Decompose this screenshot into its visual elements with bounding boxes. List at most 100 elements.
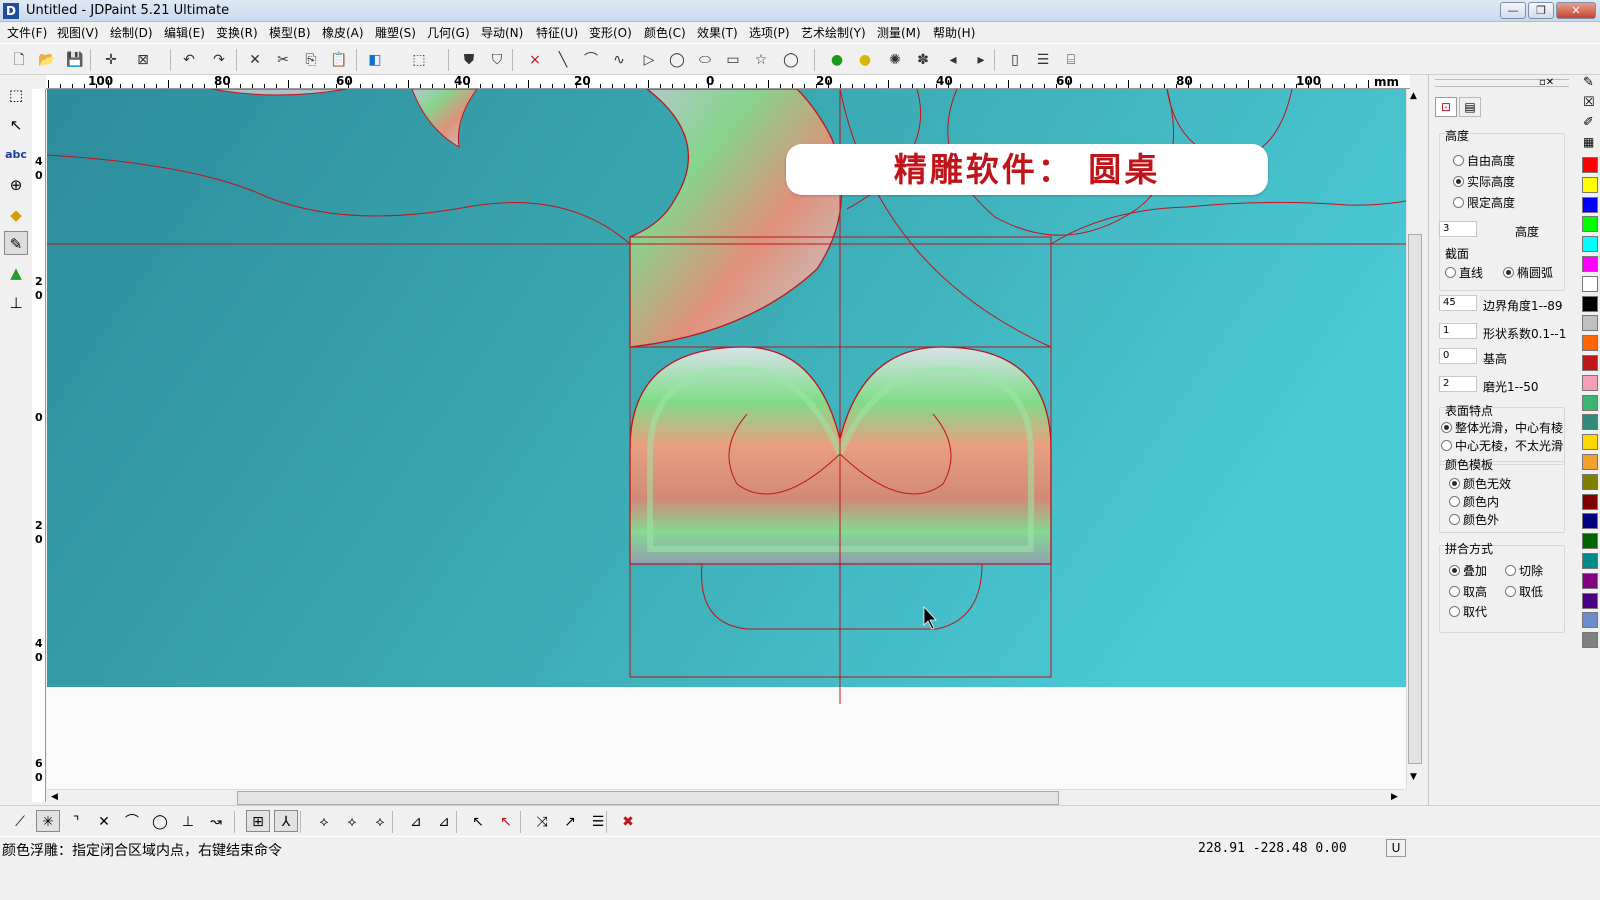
color-swatch[interactable] — [1582, 256, 1598, 272]
radio-button[interactable] — [1449, 514, 1460, 525]
color-swatch[interactable] — [1582, 315, 1598, 332]
color-swatch[interactable] — [1582, 236, 1598, 253]
color-swatch[interactable] — [1582, 374, 1598, 391]
radio-button[interactable] — [1505, 565, 1516, 576]
radio-option[interactable]: 颜色内 — [1449, 493, 1499, 510]
radio-button[interactable] — [1449, 565, 1460, 576]
color-swatch[interactable] — [1582, 513, 1598, 530]
menu-item[interactable]: 雕塑(S) — [375, 24, 416, 41]
value-field[interactable]: 0 — [1439, 348, 1477, 364]
color-swatch[interactable] — [1582, 493, 1598, 510]
cut-icon[interactable]: ✂ — [272, 50, 294, 70]
menu-item[interactable]: 变形(O) — [589, 24, 632, 41]
radio-option[interactable]: 取高 — [1449, 583, 1487, 600]
sphere-icon[interactable]: ⊕ — [4, 173, 28, 197]
menu-item[interactable]: 视图(V) — [57, 24, 99, 41]
menu-item[interactable]: 橡皮(A) — [322, 24, 364, 41]
radio-option[interactable]: 实际高度 — [1453, 173, 1515, 190]
color-swatch[interactable] — [1582, 572, 1598, 589]
radio-button[interactable] — [1449, 496, 1460, 507]
radio-option[interactable]: 直线 — [1445, 264, 1483, 281]
mesh-icon[interactable]: ⌸ — [1060, 50, 1082, 70]
ellipse-icon[interactable]: ⬭ — [694, 50, 716, 70]
pencil-icon[interactable]: ✎ — [1583, 75, 1594, 90]
scroll-right-icon[interactable]: ▶ — [1391, 792, 1398, 802]
redo-icon[interactable]: ↷ — [208, 50, 230, 70]
radio-button[interactable] — [1453, 176, 1464, 187]
snap-grid-icon[interactable]: ⊞ — [246, 810, 270, 832]
no-color-icon[interactable]: ☒ — [1583, 95, 1595, 110]
star-icon[interactable]: ☆ — [750, 50, 772, 70]
align-left-icon[interactable]: ⊿ — [404, 810, 428, 832]
arc-icon[interactable]: ⌒ — [580, 50, 602, 70]
line-icon[interactable]: ╲ — [552, 50, 574, 70]
text-tool-icon[interactable]: abc — [4, 143, 28, 167]
polygon-icon[interactable]: ▷ — [638, 50, 660, 70]
edit-points-icon[interactable]: ↗ — [558, 810, 582, 832]
measure-icon[interactable]: ⊥ — [4, 291, 28, 315]
radio-button[interactable] — [1453, 155, 1464, 166]
color-swatch[interactable] — [1582, 454, 1598, 470]
menu-item[interactable]: 编辑(E) — [164, 24, 205, 41]
color-swatch[interactable] — [1582, 196, 1598, 213]
color-swatch[interactable] — [1582, 473, 1598, 490]
shield-filled-icon[interactable]: ⛉ — [486, 50, 508, 70]
light-green-icon[interactable]: ● — [826, 50, 848, 70]
horizontal-scrollbar[interactable]: ◀ ▶ — [47, 789, 1406, 805]
pen-select-icon[interactable]: ↖ — [4, 113, 28, 137]
texture-icon[interactable]: ▦ — [1583, 135, 1594, 149]
eyedropper-icon[interactable]: ✐ — [1583, 115, 1594, 130]
grid-icon[interactable]: ☰ — [1032, 50, 1054, 70]
value-field[interactable]: 1 — [1439, 323, 1477, 339]
snap-tangent-icon[interactable]: ⌝ — [64, 810, 88, 832]
color-swatch[interactable] — [1582, 533, 1598, 550]
color-swatch[interactable] — [1582, 275, 1598, 292]
radio-button[interactable] — [1453, 197, 1464, 208]
lights-icon[interactable]: ✺ — [884, 50, 906, 70]
radio-option[interactable]: 取低 — [1505, 583, 1543, 600]
radio-option[interactable]: 颜色无效 — [1449, 475, 1511, 492]
menu-item[interactable]: 帮助(H) — [933, 24, 975, 41]
snap-endpoint-icon[interactable]: ⟋ — [8, 810, 32, 832]
crosshair-icon[interactable]: ✛ — [100, 50, 122, 70]
menu-item[interactable]: 变换(R) — [216, 24, 258, 41]
prev-icon[interactable]: ◂ — [942, 50, 964, 70]
value-field[interactable]: 2 — [1439, 376, 1477, 392]
copy-icon[interactable]: ⎘ — [300, 50, 322, 70]
menu-item[interactable]: 效果(T) — [697, 24, 738, 41]
transform-icon[interactable]: ⤨ — [530, 810, 554, 832]
point-icon[interactable]: × — [524, 50, 546, 70]
book-icon[interactable]: ▯ — [1004, 50, 1026, 70]
radio-button[interactable] — [1503, 267, 1514, 278]
rectangle-icon[interactable]: ▭ — [722, 50, 744, 70]
scroll-left-icon[interactable]: ◀ — [51, 792, 58, 802]
vertical-scroll-thumb[interactable] — [1408, 234, 1422, 764]
snap-circle-icon[interactable]: ◯ — [148, 810, 172, 832]
circle-icon[interactable]: ◯ — [666, 50, 688, 70]
radio-button[interactable] — [1449, 586, 1460, 597]
menu-item[interactable]: 模型(B) — [269, 24, 311, 41]
align-right-icon[interactable]: ⊿ — [432, 810, 456, 832]
radio-option[interactable]: 中心无棱，不太光滑 — [1441, 437, 1563, 454]
light-yellow-icon[interactable]: ● — [854, 50, 876, 70]
color-swatch[interactable] — [1582, 612, 1598, 629]
delete-icon[interactable]: ✕ — [244, 50, 266, 70]
menu-item[interactable]: 几何(G) — [427, 24, 470, 41]
radio-option[interactable]: 颜色外 — [1449, 511, 1499, 528]
radio-button[interactable] — [1449, 606, 1460, 617]
close-button[interactable]: ✕ — [1556, 2, 1596, 19]
snap-perpendicular-icon[interactable]: ⊥ — [176, 810, 200, 832]
color-swatch[interactable] — [1582, 592, 1598, 609]
scroll-up-icon[interactable]: ▲ — [1410, 91, 1417, 101]
radio-button[interactable] — [1449, 478, 1460, 489]
radio-option[interactable]: 整体光滑，中心有棱 — [1441, 419, 1563, 436]
maximize-button[interactable]: ❐ — [1528, 2, 1554, 19]
shield-icon[interactable]: ⛊ — [458, 50, 480, 70]
snap-diamond-3-icon[interactable]: ⟡ — [368, 810, 392, 832]
select-node-icon[interactable]: ⬚ — [4, 83, 28, 107]
radio-option[interactable]: 叠加 — [1449, 562, 1487, 579]
color-swatch[interactable] — [1582, 394, 1598, 411]
menu-item[interactable]: 测量(M) — [877, 24, 921, 41]
menu-item[interactable]: 绘制(D) — [110, 24, 153, 41]
horizontal-scroll-thumb[interactable] — [237, 791, 1059, 805]
